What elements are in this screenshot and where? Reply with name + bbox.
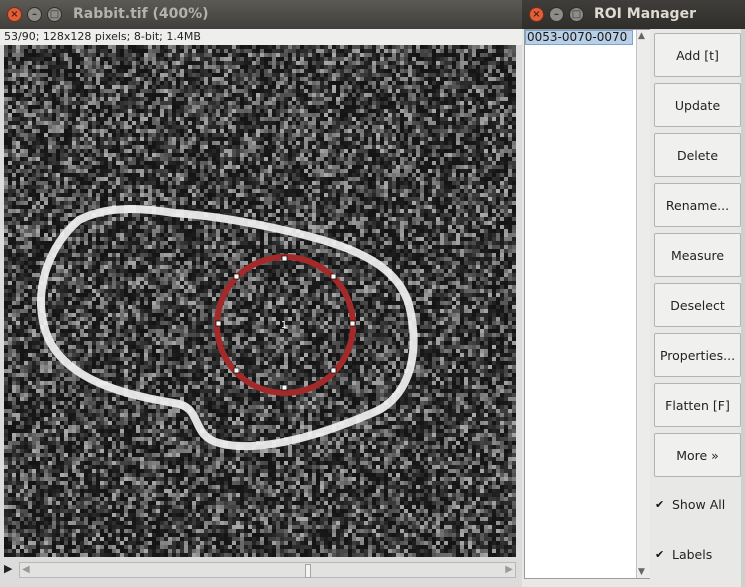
frame-slider[interactable]: ◀ ▶ (19, 562, 516, 578)
image-window: × – □ Rabbit.tif (400%) 53/90; 128x128 p… (0, 0, 522, 587)
scroll-down-icon[interactable]: ▼ (638, 567, 645, 577)
roi-manager-window: × – □ ROI Manager 0053-0070-0070 ▲ ▼ Add… (522, 0, 745, 587)
frame-slider-row: ▶ ◀ ▶ (0, 558, 522, 582)
update-button[interactable]: Update (654, 83, 741, 127)
properties-button[interactable]: Properties... (654, 333, 741, 377)
scroll-right-icon[interactable]: ▶ (505, 564, 513, 575)
rename-button[interactable]: Rename... (654, 183, 741, 227)
roi-list-scrollbar[interactable]: ▲ ▼ (636, 30, 650, 578)
add-button[interactable]: Add [t] (654, 33, 741, 77)
minimize-icon[interactable]: – (549, 7, 564, 22)
flatten-button[interactable]: Flatten [F] (654, 383, 741, 427)
image-window-titlebar[interactable]: × – □ Rabbit.tif (400%) (0, 0, 522, 29)
scroll-left-icon[interactable]: ◀ (22, 564, 30, 575)
roi-list-item[interactable]: 0053-0070-0070 (525, 30, 633, 45)
play-animation-icon[interactable]: ▶ (4, 562, 12, 575)
window-edge (741, 29, 745, 587)
frame-slider-thumb[interactable] (305, 564, 311, 578)
deselect-button[interactable]: Deselect (654, 283, 741, 327)
more-button[interactable]: More » (654, 433, 741, 477)
image-info-bar: 53/90; 128x128 pixels; 8-bit; 1.4MB (0, 29, 522, 45)
labels-label: Labels (672, 547, 713, 562)
maximize-icon[interactable]: □ (569, 7, 584, 22)
show-all-label: Show All (672, 497, 726, 512)
cell-contour (37, 205, 418, 451)
maximize-icon[interactable]: □ (47, 7, 62, 22)
labels-checkbox[interactable]: ✔ Labels (655, 547, 712, 562)
image-canvas[interactable]: 1 (4, 45, 516, 557)
show-all-checkbox[interactable]: ✔ Show All (655, 497, 725, 512)
roi-number-label: 1 (281, 320, 287, 331)
roi-manager-title: ROI Manager (594, 6, 696, 22)
image-window-title: Rabbit.tif (400%) (73, 6, 209, 22)
minimize-icon[interactable]: – (27, 7, 42, 22)
scroll-up-icon[interactable]: ▲ (638, 31, 645, 41)
roi-manager-titlebar[interactable]: × – □ ROI Manager (522, 0, 745, 29)
checkbox-checked-icon[interactable]: ✔ (655, 549, 665, 560)
delete-button[interactable]: Delete (654, 133, 741, 177)
roi-list[interactable]: 0053-0070-0070 ▲ ▼ (524, 29, 650, 579)
checkbox-checked-icon[interactable]: ✔ (655, 499, 665, 510)
roi-overlay: 1 (37, 205, 418, 451)
measure-button[interactable]: Measure (654, 233, 741, 277)
close-icon[interactable]: × (529, 7, 544, 22)
close-icon[interactable]: × (7, 7, 22, 22)
